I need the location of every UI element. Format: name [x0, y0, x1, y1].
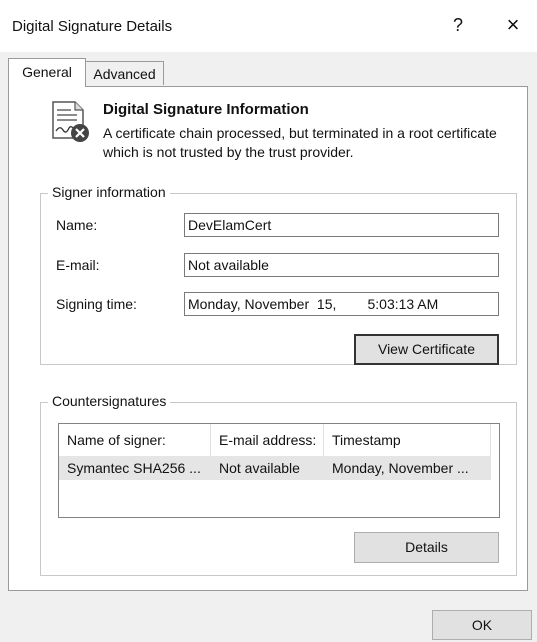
info-description: A certificate chain processed, but termi… — [103, 125, 497, 160]
cell-email: Not available — [219, 460, 300, 476]
certificate-error-icon — [52, 101, 89, 142]
signer-information-label: Signer information — [48, 184, 170, 200]
view-certificate-button[interactable]: View Certificate — [354, 334, 499, 365]
name-label: Name: — [56, 217, 98, 233]
help-button[interactable]: ? — [446, 15, 470, 36]
tab-general[interactable]: General — [8, 58, 86, 87]
email-field[interactable]: Not available — [184, 253, 499, 277]
column-header-email[interactable]: E-mail address: — [211, 424, 324, 456]
details-button[interactable]: Details — [354, 532, 499, 563]
close-button[interactable]: × — [498, 12, 528, 38]
column-header-name[interactable]: Name of signer: — [59, 424, 211, 456]
email-label: E-mail: — [56, 257, 100, 273]
cell-timestamp: Monday, November ... — [332, 460, 469, 476]
cell-signer-name: Symantec SHA256 ... — [67, 460, 201, 476]
signing-time-label: Signing time: — [56, 296, 137, 312]
tab-advanced[interactable]: Advanced — [86, 61, 164, 85]
window-title: Digital Signature Details — [12, 18, 173, 35]
ok-button[interactable]: OK — [432, 610, 532, 640]
name-field[interactable]: DevElamCert — [184, 213, 499, 237]
countersignatures-list[interactable]: Name of signer: E-mail address: Timestam… — [58, 423, 500, 518]
signing-time-field[interactable]: Monday, November 15, 5:03:13 AM — [184, 292, 499, 316]
info-title: Digital Signature Information — [103, 101, 309, 118]
countersignatures-label: Countersignatures — [48, 393, 171, 409]
column-header-timestamp[interactable]: Timestamp — [324, 424, 491, 456]
